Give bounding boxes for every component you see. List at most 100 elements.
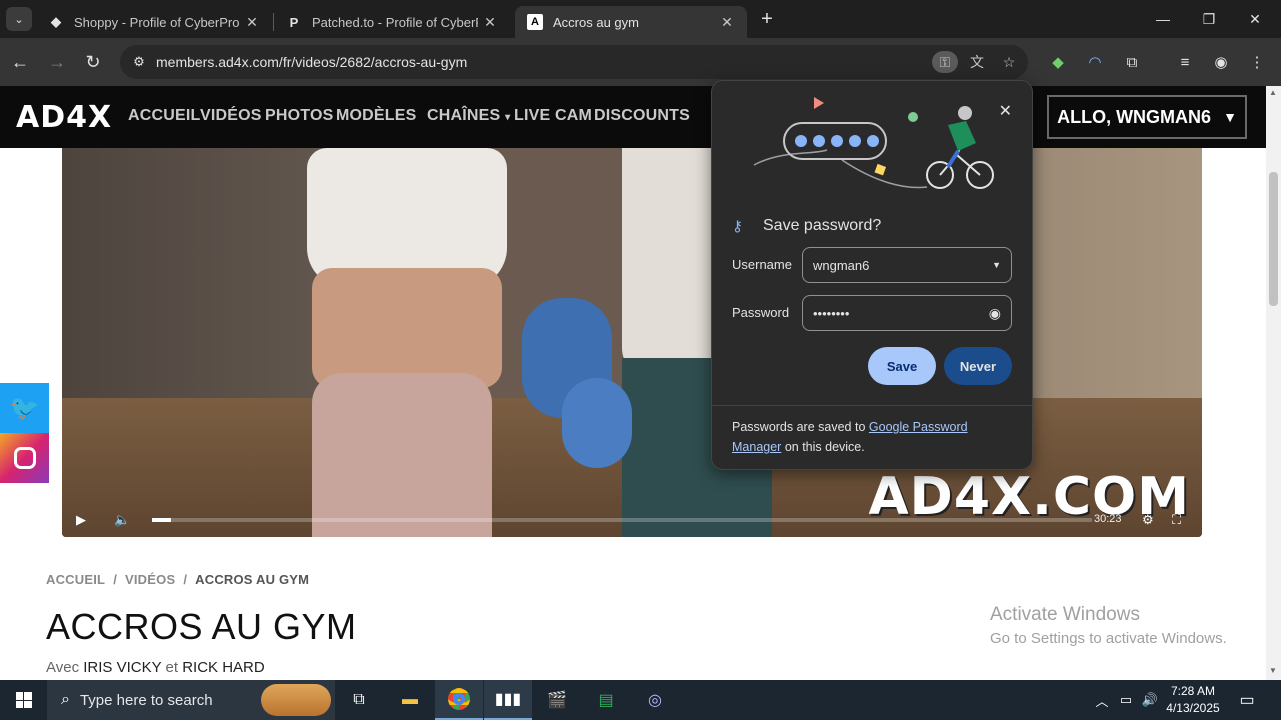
- footer-tail: on this device.: [784, 440, 865, 454]
- close-tab-icon[interactable]: ✕: [240, 14, 264, 31]
- fullscreen-icon[interactable]: ⛶: [1172, 512, 1181, 528]
- video-time: 30:23: [1094, 513, 1122, 525]
- taskbar-clock[interactable]: 7:28 AM 4/13/2025: [1160, 683, 1226, 717]
- close-window-button[interactable]: ✕: [1232, 0, 1278, 38]
- url-text[interactable]: members.ad4x.com/fr/videos/2682/accros-a…: [156, 54, 467, 70]
- scroll-down-icon[interactable]: ▼: [1269, 666, 1277, 675]
- restore-button[interactable]: ❐: [1186, 0, 1232, 38]
- search-placeholder: Type here to search: [79, 691, 213, 709]
- media-controls-icon[interactable]: ≡: [1174, 51, 1196, 73]
- app-swirl-icon[interactable]: ◎: [631, 680, 679, 720]
- search-highlight-image: [261, 684, 331, 716]
- caret-down-icon[interactable]: ▼: [992, 260, 1001, 270]
- bookmark-star-icon[interactable]: ☆: [998, 51, 1020, 73]
- volume-icon[interactable]: 🔈: [114, 512, 130, 528]
- video-figure: [312, 373, 492, 537]
- scroll-up-icon[interactable]: ▲: [1269, 88, 1277, 97]
- video-progress-fill: [152, 518, 171, 522]
- username-select[interactable]: wngman6 ▼: [802, 247, 1012, 283]
- start-button[interactable]: [0, 680, 47, 720]
- model-link-2[interactable]: RICK HARD: [182, 659, 265, 676]
- tab-search-button[interactable]: ⌄: [6, 7, 32, 31]
- play-icon[interactable]: ▶: [76, 512, 86, 528]
- nav-live-cam[interactable]: LIVE CAM: [514, 107, 592, 125]
- tab-accros-au-gym[interactable]: A Accros au gym ✕: [515, 6, 747, 38]
- model-link-1[interactable]: IRIS VICKY: [83, 659, 161, 676]
- tray-chevron-icon[interactable]: ︿: [1092, 680, 1112, 720]
- breadcrumb-separator: /: [113, 572, 117, 587]
- scrollbar-thumb[interactable]: [1269, 172, 1278, 306]
- twitter-share-button[interactable]: 🐦: [0, 383, 49, 433]
- task-view-icon[interactable]: ⧉: [335, 680, 383, 720]
- password-key-icon[interactable]: ⚿: [932, 51, 958, 73]
- new-tab-button[interactable]: +: [756, 8, 778, 30]
- password-illustration: [753, 97, 994, 189]
- settings-gear-icon[interactable]: ⚙: [1142, 512, 1154, 528]
- save-button[interactable]: Save: [868, 347, 936, 385]
- notifications-icon[interactable]: ▭: [1234, 680, 1260, 720]
- dialog-heading: ⚷ Save password?: [732, 217, 881, 235]
- address-bar[interactable]: ⚙ members.ad4x.com/fr/videos/2682/accros…: [120, 45, 1028, 79]
- instagram-share-button[interactable]: [0, 433, 49, 483]
- instagram-icon: [13, 447, 36, 469]
- video-figure: [307, 148, 507, 288]
- tab-title: Accros au gym: [553, 14, 639, 30]
- extensions-puzzle-icon[interactable]: ⧉: [1121, 51, 1143, 73]
- username-label: Username: [732, 257, 792, 272]
- nav-photos[interactable]: PHOTOS: [265, 107, 333, 125]
- media-player-icon[interactable]: 🎬: [533, 680, 581, 720]
- eye-icon[interactable]: ◉: [989, 305, 1001, 322]
- video-figure: [312, 268, 502, 388]
- browser-toolbar: ← → ↻ ⚙ members.ad4x.com/fr/videos/2682/…: [0, 38, 1281, 86]
- dialog-title: Save password?: [763, 217, 882, 234]
- password-field[interactable]: •••••••• ◉: [802, 295, 1012, 331]
- forward-button[interactable]: →: [45, 50, 69, 74]
- close-tab-icon[interactable]: ✕: [715, 14, 739, 31]
- password-value: ••••••••: [813, 305, 850, 321]
- nav-modeles[interactable]: MODÈLES: [336, 107, 417, 125]
- translate-icon[interactable]: 文: [966, 51, 988, 73]
- spreadsheet-icon[interactable]: ▤: [582, 680, 630, 720]
- nav-videos[interactable]: VIDÉOS: [200, 107, 262, 125]
- video-progress-bar[interactable]: [152, 518, 1092, 522]
- profile-avatar-icon[interactable]: ◉: [1210, 51, 1232, 73]
- nav-chaines[interactable]: CHAÎNES ▾: [427, 107, 510, 125]
- footer-text: Passwords are saved to: [732, 420, 866, 434]
- taskbar-search[interactable]: ⌕ Type here to search: [47, 680, 335, 720]
- chrome-icon[interactable]: [435, 680, 483, 720]
- menu-kebab-icon[interactable]: ⋮: [1246, 51, 1268, 73]
- nav-accueil[interactable]: ACCUEIL: [128, 107, 201, 125]
- site-logo[interactable]: AD4X: [16, 100, 112, 135]
- save-password-dialog: ✕ ⚷ Save password? Username wngman6 ▼ Pa…: [711, 80, 1033, 470]
- windows-logo-icon: [15, 692, 32, 708]
- back-button[interactable]: ←: [8, 50, 32, 74]
- username-value: wngman6: [813, 257, 870, 273]
- site-info-icon[interactable]: ⚙: [130, 53, 148, 71]
- file-explorer-icon[interactable]: ▬: [386, 680, 434, 720]
- page-scrollbar[interactable]: ▲ ▼: [1266, 86, 1281, 680]
- clock-time: 7:28 AM: [1170, 684, 1216, 698]
- extension-vpn-icon[interactable]: ◠: [1084, 51, 1106, 73]
- search-icon: ⌕: [61, 691, 70, 708]
- volume-tray-icon[interactable]: 🔊: [1139, 680, 1161, 720]
- never-button[interactable]: Never: [944, 347, 1012, 385]
- nav-discounts[interactable]: DISCOUNTS: [594, 107, 690, 125]
- tab-patched[interactable]: P Patched.to - Profile of CyberPro ✕: [274, 6, 510, 38]
- minimize-button[interactable]: —: [1140, 0, 1186, 38]
- conjunction: et: [165, 659, 179, 676]
- close-tab-icon[interactable]: ✕: [478, 14, 502, 31]
- app-bars-icon[interactable]: ▮▮▮: [484, 680, 532, 720]
- reload-button[interactable]: ↻: [81, 50, 105, 74]
- breadcrumb-videos[interactable]: VIDÉOS: [125, 572, 175, 587]
- dialog-footer: Passwords are saved to Google Password M…: [732, 417, 1017, 457]
- ad4x-favicon-icon: A: [527, 14, 543, 30]
- user-menu-button[interactable]: ALLO, WNGMAN6 ▼: [1047, 95, 1247, 139]
- site-navbar: AD4X ACCUEIL VIDÉOS PHOTOS MODÈLES CHAÎN…: [0, 86, 1266, 148]
- breadcrumb-current: ACCROS AU GYM: [195, 572, 310, 587]
- network-icon[interactable]: ▭: [1115, 680, 1137, 720]
- avec-label: Avec: [46, 659, 80, 676]
- breadcrumb-accueil[interactable]: ACCUEIL: [46, 572, 105, 587]
- caret-down-icon: ▾: [505, 112, 511, 123]
- extension-green-icon[interactable]: ◆: [1047, 51, 1069, 73]
- tab-shoppy[interactable]: ◆ Shoppy - Profile of CyberProMa ✕: [36, 6, 272, 38]
